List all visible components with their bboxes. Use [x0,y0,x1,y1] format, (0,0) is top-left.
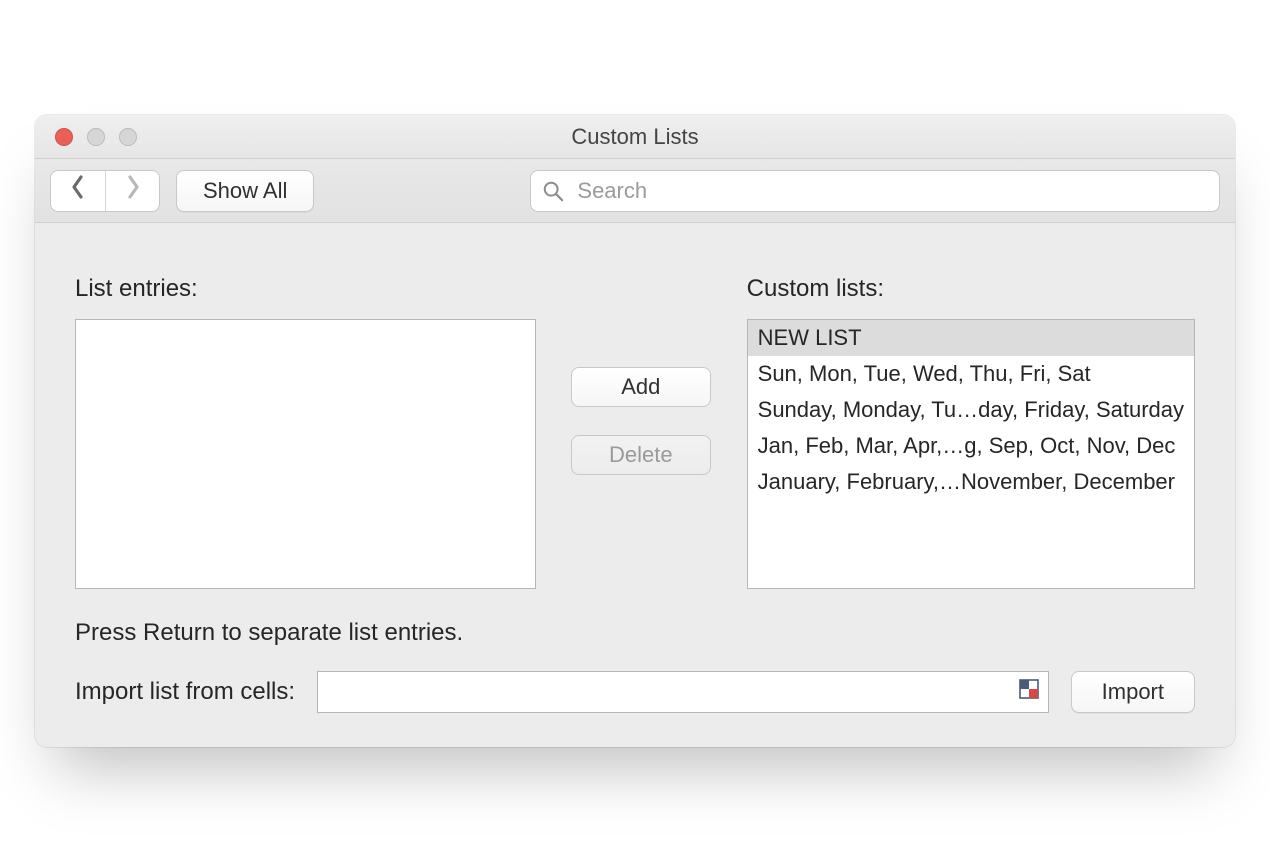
add-button[interactable]: Add [571,367,711,407]
cell-reference-input[interactable] [317,671,1049,713]
search-input[interactable] [530,170,1220,212]
list-entries-textarea[interactable] [75,319,536,589]
window-title: Custom Lists [35,124,1235,150]
titlebar: Custom Lists [35,115,1235,159]
search-icon [542,180,564,202]
zoom-window-button[interactable] [119,128,137,146]
traffic-lights [55,128,137,146]
import-from-cells-label: Import list from cells: [75,678,295,706]
range-picker-icon [1018,678,1040,706]
list-item[interactable]: Jan, Feb, Mar, Apr,…g, Sep, Oct, Nov, De… [748,428,1194,464]
back-button[interactable] [51,171,105,211]
nav-segment [50,170,160,212]
toolbar: Show All [35,159,1235,223]
list-item[interactable]: January, February,…November, December [748,464,1194,500]
minimize-window-button[interactable] [87,128,105,146]
list-item[interactable]: Sunday, Monday, Tu…day, Friday, Saturday [748,392,1194,428]
search-field-wrap [530,170,1220,212]
preferences-window: Custom Lists Show All List [35,115,1235,747]
hint-text: Press Return to separate list entries. [75,619,1195,647]
content-pane: List entries: Add Delete Custom lists: N… [35,223,1235,747]
forward-button[interactable] [105,171,159,211]
list-item[interactable]: NEW LIST [748,320,1194,356]
close-window-button[interactable] [55,128,73,146]
custom-lists-listbox[interactable]: NEW LISTSun, Mon, Tue, Wed, Thu, Fri, Sa… [747,319,1195,589]
list-item[interactable]: Sun, Mon, Tue, Wed, Thu, Fri, Sat [748,356,1194,392]
list-entries-label: List entries: [75,275,535,303]
import-button[interactable]: Import [1071,671,1195,713]
delete-button[interactable]: Delete [571,435,711,475]
chevron-right-icon [125,174,141,207]
show-all-button[interactable]: Show All [176,170,314,212]
range-picker-button[interactable] [1015,678,1043,706]
custom-lists-label: Custom lists: [747,275,1195,303]
chevron-left-icon [70,174,86,207]
